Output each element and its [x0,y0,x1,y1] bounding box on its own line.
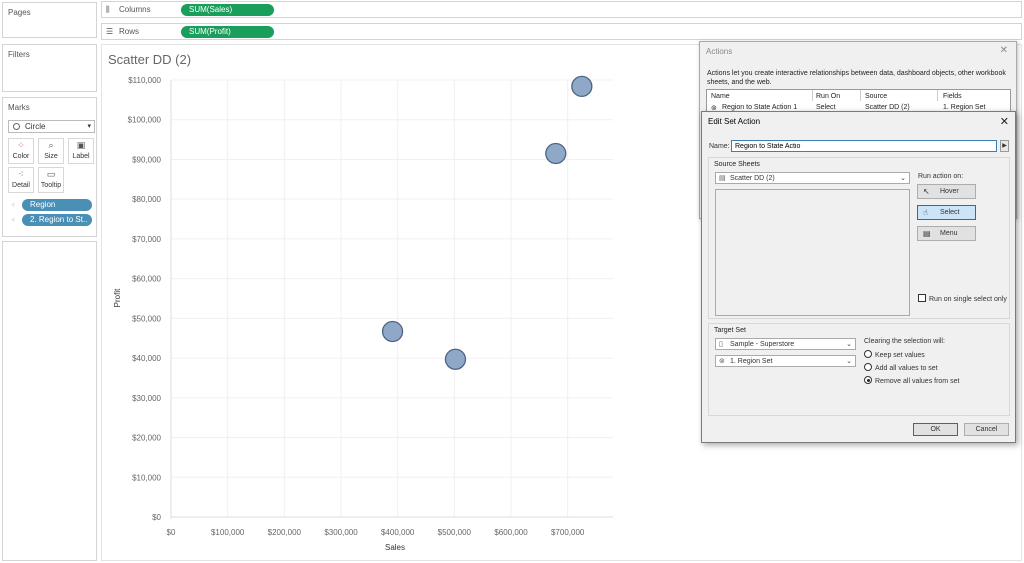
hover-button[interactable]: ↖ Hover [917,184,976,199]
edit-set-action-dialog: Edit Set Action ✕ Name: ▶ Source Sheets … [701,111,1016,443]
x-tick-label: $700,000 [551,528,585,537]
y-tick-label: $100,000 [128,116,162,125]
y-tick-label: $10,000 [132,473,161,482]
y-axis-title: Profit [113,288,122,307]
col-header-source[interactable]: Source [865,93,887,100]
actions-dialog-title: Actions [706,47,733,56]
target-datasource-value: Sample - Superstore [730,341,795,348]
scatter-point [444,348,467,370]
x-tick-label: $600,000 [494,528,528,537]
source-sheets-group: Source Sheets ▤ Scatter DD (2) ⌄ Run act… [708,157,1010,319]
y-tick-label: $30,000 [132,394,161,403]
y-tick-label: $110,000 [128,76,161,85]
y-tick-label: $20,000 [132,434,161,443]
y-tick-label: $50,000 [132,314,161,323]
col-header-name[interactable]: Name [711,93,730,100]
run-action-label: Run action on: [918,173,964,180]
close-icon[interactable]: ✕ [1000,45,1008,56]
col-header-run-on[interactable]: Run On [816,93,840,100]
actions-description: Actions let you create interactive relat… [707,70,1006,86]
close-icon[interactable]: ✕ [1000,115,1009,128]
sheets-list[interactable] [715,189,910,316]
add-all-values-label: Add all values to set [875,365,938,372]
name-label: Name: [709,143,730,150]
radio-keep-set-values[interactable]: Keep set values [864,350,925,359]
source-sheet-select[interactable]: ▤ Scatter DD (2) ⌄ [715,172,910,184]
radio-circle-selected [864,376,872,384]
clearing-label: Clearing the selection will: [864,338,945,345]
cursor-icon: ↖ [923,187,930,196]
chevron-down-icon: ⌄ [846,341,852,348]
insert-field-arrow-icon[interactable]: ▶ [1000,140,1009,152]
table-cell-run-on[interactable]: Select [816,104,835,111]
scatter-point [571,75,593,98]
x-tick-label: $0 [167,528,176,537]
radio-remove-all-values[interactable]: Remove all values from set [864,376,959,385]
select-button[interactable]: ☝ Select [917,205,976,220]
keep-set-values-label: Keep set values [875,352,925,359]
y-tick-label: $80,000 [132,195,161,204]
x-tick-label: $300,000 [324,528,358,537]
checkbox-box [918,294,926,302]
x-tick-label: $500,000 [438,528,472,537]
ok-button[interactable]: OK [913,423,958,436]
single-select-checkbox[interactable]: Run on single select only [918,294,1007,303]
col-header-fields[interactable]: Fields [943,93,962,100]
x-tick-label: $400,000 [381,528,415,537]
menu-icon: ▤ [923,229,931,238]
y-tick-label: $0 [152,513,161,522]
radio-add-all-values[interactable]: Add all values to set [864,363,938,372]
x-tick-label: $100,000 [211,528,245,537]
target-set-group: Target Set ▯ Sample - Superstore ⌄ ⊚ 1. … [708,323,1010,416]
source-sheets-label: Source Sheets [714,161,760,168]
pointer-select-icon: ☝ [923,208,928,217]
remove-all-values-label: Remove all values from set [875,378,960,385]
y-tick-label: $70,000 [132,235,161,244]
edit-dialog-title: Edit Set Action [708,117,761,126]
chevron-down-icon: ⌄ [846,358,852,365]
target-set-label: Target Set [714,327,746,334]
radio-circle [864,350,872,358]
sheet-icon: ▤ [719,175,726,182]
datasource-icon: ▯ [719,341,723,348]
hover-label: Hover [940,188,959,195]
menu-button[interactable]: ▤ Menu [917,226,976,241]
radio-circle [864,363,872,371]
source-sheet-value: Scatter DD (2) [730,175,775,182]
scatter-point [381,320,404,343]
single-select-label: Run on single select only [929,296,1007,303]
x-axis-title: Sales [385,543,405,552]
name-input[interactable] [731,140,997,152]
menu-label: Menu [940,230,958,237]
y-tick-label: $40,000 [132,354,161,363]
table-cell-fields[interactable]: 1. Region Set [943,104,985,111]
x-tick-label: $200,000 [268,528,302,537]
scatter-point [545,142,567,165]
set-icon: ⊚ [719,358,725,365]
chevron-down-icon: ⌄ [900,175,906,182]
target-set-value: 1. Region Set [730,358,773,365]
cancel-button[interactable]: Cancel [964,423,1009,436]
y-tick-label: $90,000 [132,155,161,164]
target-set-select[interactable]: ⊚ 1. Region Set ⌄ [715,355,856,367]
target-datasource-select[interactable]: ▯ Sample - Superstore ⌄ [715,338,856,350]
select-label: Select [940,209,960,216]
y-tick-label: $60,000 [132,275,161,284]
table-cell-name[interactable]: Region to State Action 1 [722,104,797,111]
table-cell-source[interactable]: Scatter DD (2) [865,104,910,111]
